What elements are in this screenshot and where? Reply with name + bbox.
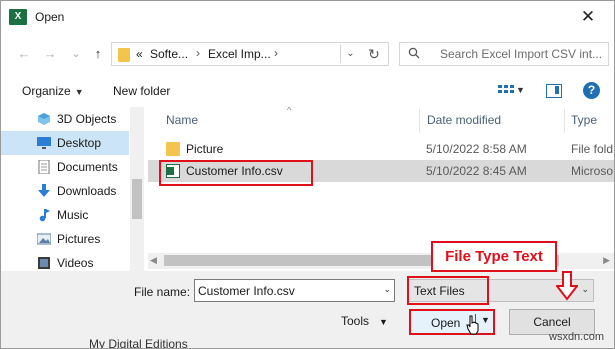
nav-item-label: Music (57, 208, 89, 222)
nav-item-downloads[interactable]: Downloads (1, 179, 129, 203)
search-placeholder: Search Excel Import CSV int... (440, 47, 603, 61)
file-date: 5/10/2022 8:58 AM (426, 142, 527, 156)
breadcrumb-item[interactable]: Excel Imp... (208, 47, 271, 61)
down-arrow-icon (556, 271, 578, 301)
open-dialog: X Open ✕ ← → ⌄ ↑ « Softe... › Excel Imp.… (0, 0, 615, 349)
command-toolbar: Organize ▼ New folder ▼ ? (1, 77, 614, 105)
chevron-down-icon[interactable]: ⌄ (383, 284, 391, 295)
file-name-label: File name: (134, 285, 191, 299)
nav-item-music[interactable]: Music (1, 203, 129, 227)
refresh-icon[interactable]: ↻ (364, 44, 384, 64)
desktop-icon (37, 137, 51, 149)
videos-icon (38, 257, 50, 269)
nav-item-label: Desktop (57, 136, 102, 150)
folder-icon (166, 142, 180, 156)
organize-label: Organize (22, 84, 71, 98)
window-title: Open (35, 10, 65, 24)
mouse-pointer-icon (466, 315, 479, 335)
nav-item-desktop[interactable]: Desktop (1, 131, 129, 155)
nav-scrollbar-thumb[interactable] (132, 179, 142, 219)
close-icon[interactable]: ✕ (568, 3, 608, 31)
up-arrow-icon[interactable]: ↑ (89, 44, 107, 64)
open-label: Open (431, 316, 461, 330)
chevron-right-icon[interactable]: › (196, 46, 200, 60)
search-input[interactable]: Search Excel Import CSV int... (399, 42, 609, 66)
title-bar: X Open ✕ (1, 1, 614, 33)
nav-item-3d-objects[interactable]: 3D Objects (1, 107, 129, 131)
column-divider[interactable] (564, 109, 565, 133)
file-type: Microso (571, 164, 614, 178)
nav-item-label: Pictures (57, 232, 101, 246)
new-folder-button[interactable]: New folder (113, 84, 170, 98)
nav-item-label: Downloads (57, 184, 117, 198)
file-type: File fold (571, 142, 614, 156)
file-name-field[interactable]: Customer Info.csv ⌄ (194, 279, 395, 302)
address-bar[interactable]: « Softe... › Excel Imp... › ⌄ ↻ (111, 42, 389, 66)
dropdown-arrow-icon: ▼ (379, 317, 388, 327)
scroll-right-icon[interactable]: ▶ (603, 255, 610, 266)
downloads-icon (38, 184, 50, 197)
chevron-right-icon[interactable]: › (274, 46, 278, 60)
view-options-icon[interactable] (498, 85, 514, 97)
annotation-callout: File Type Text (431, 241, 557, 272)
file-row-picture[interactable]: Picture 5/10/2022 8:58 AM File fold (148, 138, 614, 160)
breadcrumb-overflow[interactable]: « (136, 47, 143, 61)
file-type-highlight (407, 276, 489, 305)
file-date: 5/10/2022 8:45 AM (426, 164, 527, 178)
sort-indicator-icon: ^ (287, 107, 292, 115)
documents-icon (38, 160, 50, 174)
navigation-row: ← → ⌄ ↑ « Softe... › Excel Imp... › ⌄ ↻ … (1, 38, 614, 70)
organize-button[interactable]: Organize ▼ (22, 84, 84, 98)
nav-item-label: Videos (57, 256, 94, 270)
dropdown-arrow-icon: ▼ (74, 87, 84, 97)
nav-item-label: 3D Objects (57, 112, 117, 126)
open-dropdown-icon[interactable]: ▼ (481, 315, 490, 325)
help-icon[interactable]: ? (583, 82, 600, 99)
open-button[interactable]: Open ▼ (409, 309, 495, 335)
search-icon (408, 47, 420, 59)
folder-icon (118, 48, 130, 62)
back-arrow-icon[interactable]: ← (15, 44, 33, 64)
column-header-name[interactable]: Name (166, 113, 198, 127)
tools-button[interactable]: Tools ▼ (341, 314, 388, 328)
chevron-down-icon[interactable]: ⌄ (340, 45, 360, 63)
file-list: ^ Name Date modified Type Picture 5/10/2… (148, 107, 614, 253)
preview-pane-icon[interactable] (546, 84, 562, 98)
music-icon (39, 209, 50, 222)
recent-locations-icon[interactable]: ⌄ (67, 44, 85, 64)
column-divider[interactable] (419, 109, 420, 133)
column-header-type[interactable]: Type (571, 113, 597, 127)
forward-arrow-icon[interactable]: → (41, 44, 59, 64)
nav-scrollbar[interactable] (130, 107, 144, 275)
tools-label: Tools (341, 314, 370, 328)
breadcrumb-item[interactable]: Softe... (150, 47, 188, 61)
excel-app-icon: X (9, 9, 27, 25)
chevron-down-icon[interactable]: ⌄ (581, 284, 589, 295)
nav-item-pictures[interactable]: Pictures (1, 227, 129, 251)
background-window-text: My Digital Editions (89, 337, 188, 349)
file-name: Picture (186, 142, 224, 156)
file-name-value: Customer Info.csv (198, 284, 295, 298)
watermark: wsxdn.com (549, 331, 605, 343)
nav-item-documents[interactable]: Documents (1, 155, 129, 179)
column-header-date[interactable]: Date modified (427, 113, 501, 127)
view-dropdown-icon[interactable]: ▼ (516, 85, 525, 95)
nav-item-label: Documents (57, 160, 118, 174)
selected-file-highlight (159, 160, 313, 186)
pictures-icon (37, 233, 51, 245)
3d-objects-icon (38, 113, 50, 125)
navigation-pane: 3D Objects Desktop Documents Downloads M… (1, 107, 145, 275)
scroll-left-icon[interactable]: ◀ (150, 255, 157, 266)
